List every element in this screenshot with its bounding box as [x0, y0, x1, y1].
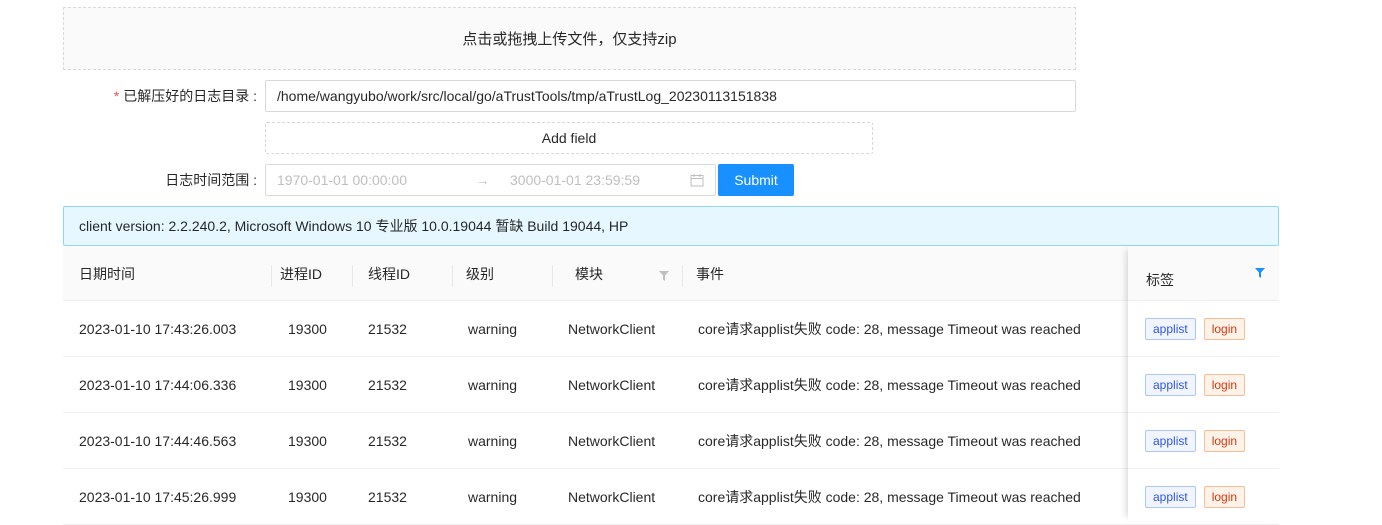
log-table: 日期时间 进程ID 线程ID 级别 模块 事件 2023-01-10 17:43… — [63, 246, 1279, 525]
tags-cell: applist login — [1128, 413, 1279, 469]
add-field-button[interactable]: Add field — [265, 122, 873, 154]
tag-applist[interactable]: applist — [1145, 373, 1196, 396]
cell-level: warning — [468, 376, 518, 393]
cell-pid: 19300 — [288, 376, 327, 393]
column-divider — [452, 265, 453, 287]
column-divider — [352, 265, 353, 287]
filter-icon[interactable] — [659, 271, 669, 281]
cell-datetime: 2023-01-10 17:43:26.003 — [79, 320, 237, 337]
tag-login[interactable]: login — [1203, 485, 1246, 508]
table-row: 2023-01-10 17:44:06.336 19300 21532 warn… — [63, 357, 1279, 413]
tag-applist[interactable]: applist — [1145, 317, 1196, 340]
cell-event: core请求applist失败 code: 28, message Timeou… — [698, 376, 1081, 393]
submit-button[interactable]: Submit — [718, 164, 794, 196]
tag-login[interactable]: login — [1203, 317, 1246, 340]
column-datetime[interactable]: 日期时间 — [79, 246, 135, 301]
filter-active-icon[interactable] — [1255, 268, 1265, 278]
cell-level: warning — [468, 488, 518, 505]
log-dir-input[interactable] — [265, 80, 1076, 112]
tags-column-header[interactable]: 标签 — [1128, 246, 1279, 301]
tags-cell: applist login — [1128, 357, 1279, 413]
column-pid[interactable]: 进程ID — [280, 246, 322, 301]
cell-module: NetworkClient — [568, 488, 656, 505]
column-event[interactable]: 事件 — [696, 246, 724, 301]
table-row: 2023-01-10 17:43:26.003 19300 21532 warn… — [63, 301, 1279, 357]
column-divider — [271, 265, 272, 287]
cell-event: core请求applist失败 code: 28, message Timeou… — [698, 488, 1081, 505]
cell-pid: 19300 — [288, 432, 327, 449]
cell-datetime: 2023-01-10 17:44:46.563 — [79, 432, 237, 449]
alert-text: client version: 2.2.240.2, Microsoft Win… — [79, 218, 629, 234]
cell-datetime: 2023-01-10 17:44:06.336 — [79, 376, 237, 393]
cell-tid: 21532 — [368, 432, 407, 449]
cell-tid: 21532 — [368, 320, 407, 337]
column-module[interactable]: 模块 — [575, 246, 603, 301]
tag-login[interactable]: login — [1203, 373, 1246, 396]
cell-pid: 19300 — [288, 488, 327, 505]
cell-module: NetworkClient — [568, 432, 656, 449]
column-tid[interactable]: 线程ID — [368, 246, 410, 301]
range-separator-icon: → — [475, 172, 490, 188]
column-divider — [552, 265, 553, 287]
cell-tid: 21532 — [368, 376, 407, 393]
table-header: 日期时间 进程ID 线程ID 级别 模块 事件 — [63, 246, 1279, 301]
column-tags: 标签 — [1146, 271, 1174, 288]
required-mark: * — [113, 88, 120, 104]
time-range-picker[interactable]: → — [265, 164, 716, 196]
table-row: 2023-01-10 17:45:26.999 19300 21532 warn… — [63, 469, 1279, 525]
cell-level: warning — [468, 432, 518, 449]
cell-module: NetworkClient — [568, 320, 656, 337]
tags-cell: applist login — [1128, 301, 1279, 357]
upload-label: 点击或拖拽上传文件，仅支持zip — [462, 31, 677, 48]
cell-pid: 19300 — [288, 320, 327, 337]
tag-applist[interactable]: applist — [1145, 485, 1196, 508]
log-dir-row: * 已解压好的日志目录 : — [0, 80, 1076, 112]
table-row: 2023-01-10 17:44:46.563 19300 21532 warn… — [63, 413, 1279, 469]
cell-event: core请求applist失败 code: 28, message Timeou… — [698, 432, 1081, 449]
time-range-row: 日志时间范围 : → Submit — [0, 164, 794, 196]
tags-cell: applist login — [1128, 469, 1279, 525]
add-field-label: Add field — [541, 130, 597, 146]
end-time-input[interactable] — [498, 172, 688, 188]
column-level[interactable]: 级别 — [466, 246, 494, 301]
log-dir-label: * 已解压好的日志目录 : — [113, 88, 257, 104]
upload-dropzone[interactable]: 点击或拖拽上传文件，仅支持zip — [63, 7, 1076, 70]
tag-login[interactable]: login — [1203, 429, 1246, 452]
start-time-input[interactable] — [277, 172, 467, 188]
cell-event: core请求applist失败 code: 28, message Timeou… — [698, 320, 1081, 337]
cell-level: warning — [468, 320, 518, 337]
calendar-icon — [690, 174, 704, 187]
cell-module: NetworkClient — [568, 376, 656, 393]
column-divider — [682, 265, 683, 287]
cell-tid: 21532 — [368, 488, 407, 505]
time-range-label: 日志时间范围 : — [165, 172, 257, 188]
fixed-tags-column: 标签 applist login applist login applist l… — [1128, 246, 1279, 525]
client-version-alert: client version: 2.2.240.2, Microsoft Win… — [63, 206, 1279, 246]
tag-applist[interactable]: applist — [1145, 429, 1196, 452]
cell-datetime: 2023-01-10 17:45:26.999 — [79, 488, 237, 505]
